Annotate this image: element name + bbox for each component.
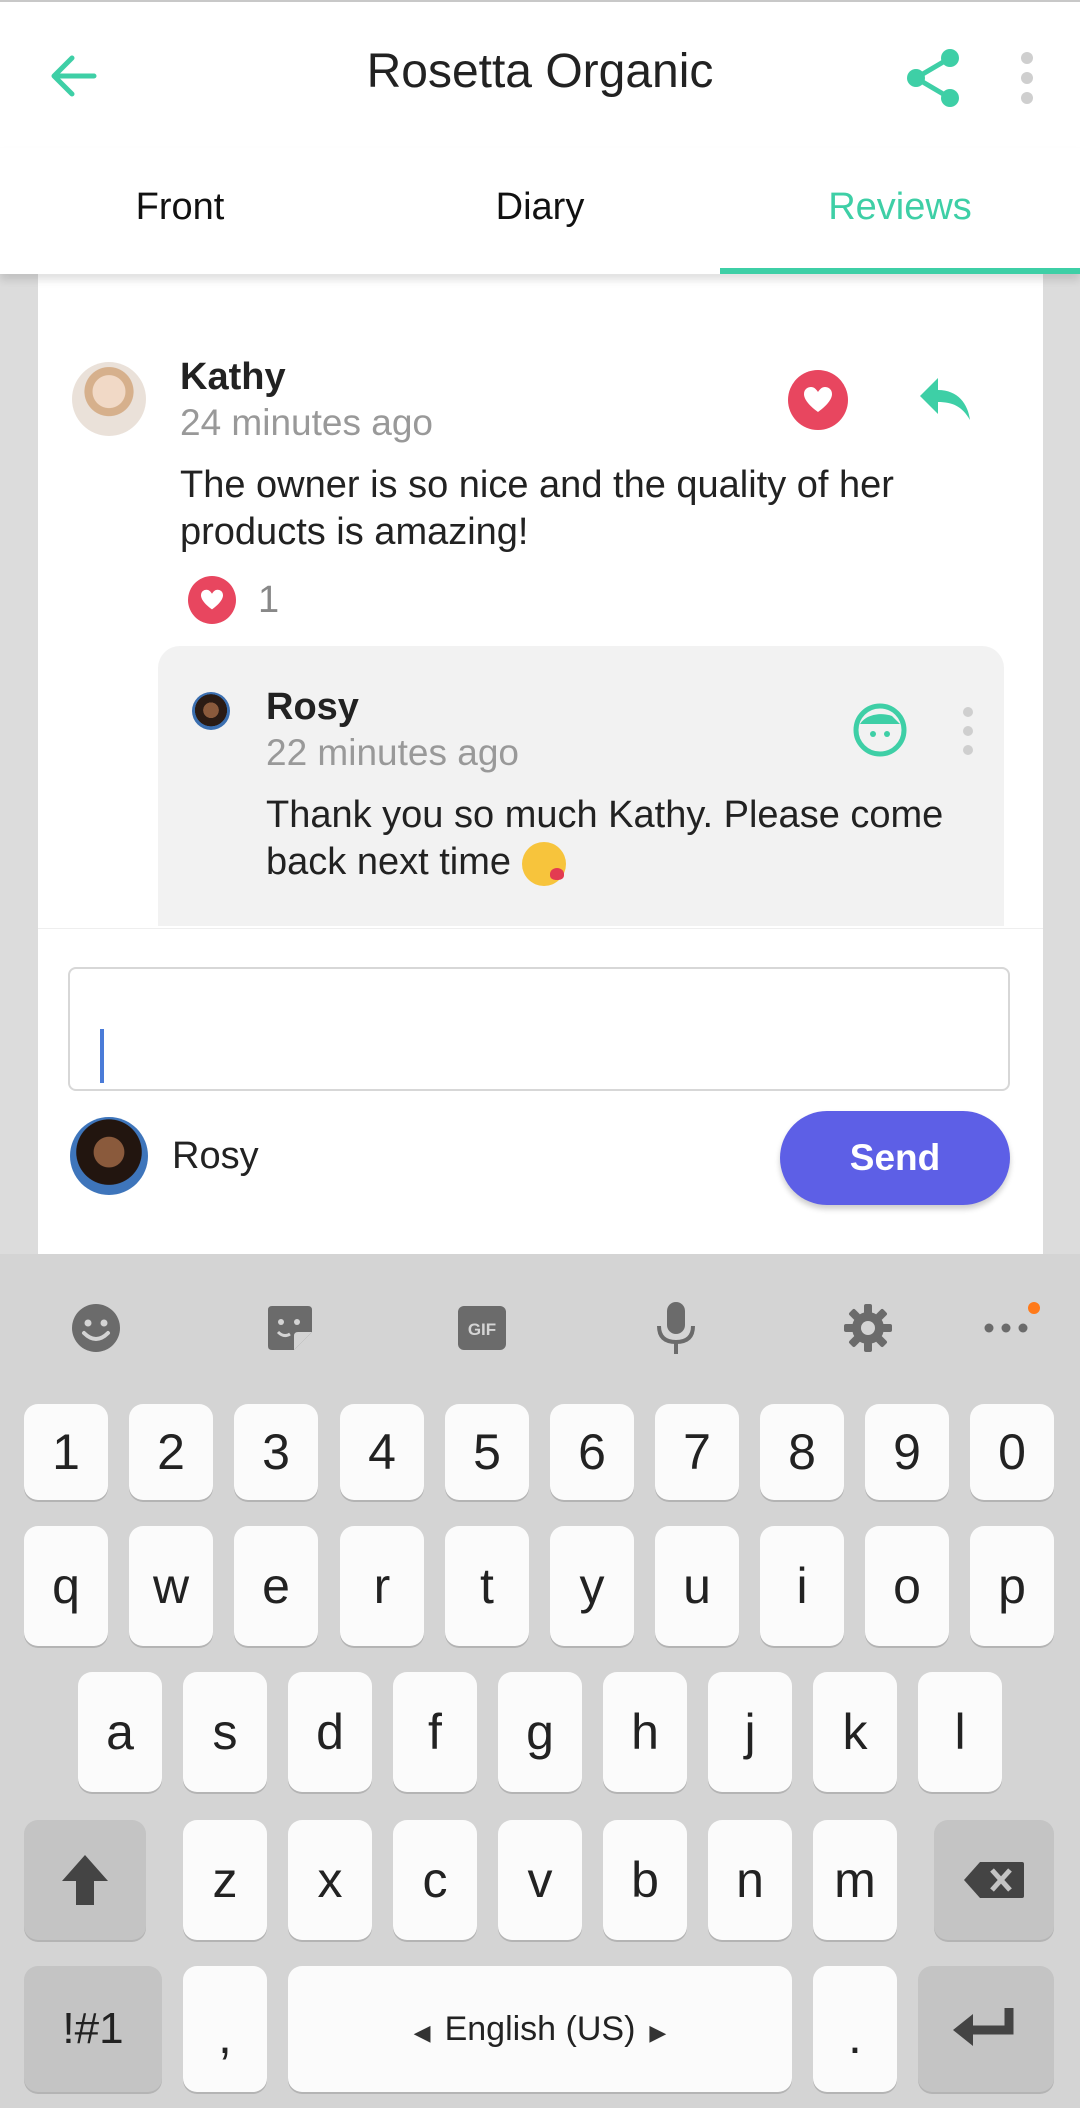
key-4[interactable]: 4 [340,1404,424,1500]
avatar [192,692,230,730]
key-q[interactable]: q [24,1526,108,1646]
key-5[interactable]: 5 [445,1404,529,1500]
heart-icon [188,576,236,624]
key-o[interactable]: o [865,1526,949,1646]
keyboard-toolbar: GIF [0,1254,1080,1404]
send-button[interactable]: Send [780,1111,1010,1205]
key-l[interactable]: l [918,1672,1002,1792]
key-m[interactable]: m [813,1820,897,1940]
key-6[interactable]: 6 [550,1404,634,1500]
tab-diary[interactable]: Diary [360,148,720,274]
heart-icon [804,387,832,412]
sticker-icon[interactable] [262,1300,318,1356]
key-j[interactable]: j [708,1672,792,1792]
shift-key[interactable] [24,1820,146,1940]
gif-icon[interactable]: GIF [454,1300,510,1356]
key-e[interactable]: e [234,1526,318,1646]
app-bar: Rosetta Organic [0,0,1080,148]
key-8[interactable]: 8 [760,1404,844,1500]
avatar [72,362,146,436]
enter-icon [953,2008,1014,2046]
shift-arrow-icon [62,1855,108,1905]
key-w[interactable]: w [129,1526,213,1646]
key-r[interactable]: r [340,1526,424,1646]
review-text: The owner is so nice and the quality of … [180,464,894,553]
key-s[interactable]: s [183,1672,267,1792]
more-tools-icon[interactable] [978,1300,1034,1356]
key-v[interactable]: v [498,1820,582,1940]
likes-number: 1 [258,578,280,621]
key-x[interactable]: x [288,1820,372,1940]
notification-dot [1028,1302,1040,1314]
symbols-key[interactable]: !#1 [24,1966,162,2092]
kiss-emoji-icon [521,841,566,886]
tab-front[interactable]: Front [0,148,360,274]
current-user-name: Rosy [172,1135,259,1177]
owner-face-icon [853,703,907,757]
text-caret [100,1029,104,1083]
backspace-key[interactable] [934,1820,1054,1940]
reply-author: Rosy [266,686,359,728]
key-3[interactable]: 3 [234,1404,318,1500]
share-icon[interactable] [902,46,966,110]
enter-key[interactable] [918,1966,1054,2092]
key-z[interactable]: z [183,1820,267,1940]
keyboard: GIF 1 2 3 4 5 6 7 8 9 0 q w e r t y u i … [0,1254,1080,2108]
like-button[interactable] [788,370,848,430]
key-b[interactable]: b [603,1820,687,1940]
key-d[interactable]: d [288,1672,372,1792]
key-2[interactable]: 2 [129,1404,213,1500]
reply-card: Rosy 22 minutes ago Thank you so much Ka… [158,646,1004,926]
reply-icon[interactable] [916,374,972,424]
key-k[interactable]: k [813,1672,897,1792]
key-h[interactable]: h [603,1672,687,1792]
reply-timestamp: 22 minutes ago [266,732,520,773]
chevron-right-icon: ▶ [649,2020,667,2045]
key-a[interactable]: a [78,1672,162,1792]
key-9[interactable]: 9 [865,1404,949,1500]
reply-text-block: Thank you so much Kathy. Please come bac… [266,792,986,886]
tab-bar: Front Diary Reviews [0,148,1080,274]
space-key[interactable]: ◀ English (US) ▶ [288,1966,792,2092]
review-timestamp: 24 minutes ago [180,402,434,443]
key-t[interactable]: t [445,1526,529,1646]
tab-reviews[interactable]: Reviews [720,148,1080,274]
key-1[interactable]: 1 [24,1404,108,1500]
key-7[interactable]: 7 [655,1404,739,1500]
key-f[interactable]: f [393,1672,477,1792]
key-i[interactable]: i [760,1526,844,1646]
settings-gear-icon[interactable] [840,1300,896,1356]
svg-text:GIF: GIF [468,1320,496,1339]
space-label: English (US) [444,2010,636,2048]
chevron-left-icon: ◀ [413,2020,431,2045]
more-options-icon[interactable] [1012,50,1042,106]
key-y[interactable]: y [550,1526,634,1646]
comment-input[interactable] [68,967,1010,1091]
avatar [70,1117,148,1195]
key-0[interactable]: 0 [970,1404,1054,1500]
likes-count: 1 [188,576,279,624]
period-key[interactable]: . [813,1966,897,2092]
key-p[interactable]: p [970,1526,1054,1646]
backspace-icon [964,1862,1024,1898]
review-author: Kathy [180,356,286,398]
key-g[interactable]: g [498,1672,582,1792]
comma-key[interactable]: , [183,1966,267,2092]
reply-options-icon[interactable] [962,706,974,756]
key-c[interactable]: c [393,1820,477,1940]
emoji-icon[interactable] [68,1300,124,1356]
compose-area: Rosy Send [38,928,1043,1254]
key-u[interactable]: u [655,1526,739,1646]
reply-text: Thank you so much Kathy. Please come bac… [266,794,944,883]
key-n[interactable]: n [708,1820,792,1940]
microphone-icon[interactable] [648,1300,704,1356]
